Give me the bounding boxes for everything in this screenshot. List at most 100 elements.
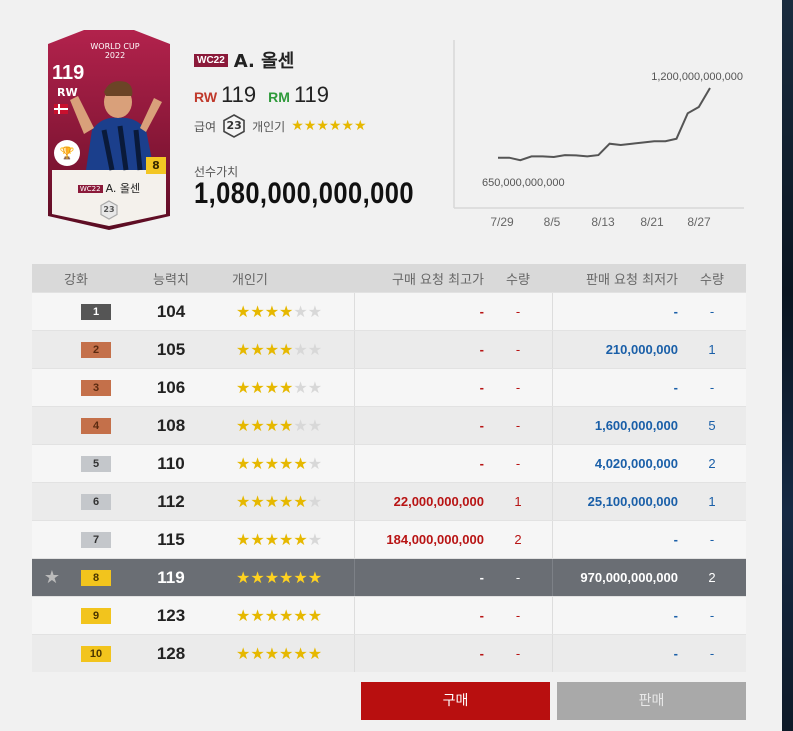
skill-stars-cell: ★★★★★★ xyxy=(236,303,323,321)
salary-badge: 23 xyxy=(222,114,246,138)
sell-min-cell: 4,020,000,000 xyxy=(552,445,678,482)
sell-min-cell: 25,100,000,000 xyxy=(552,483,678,520)
power-cell: 119 xyxy=(157,567,185,587)
table-row[interactable]: ★ 8 119 ★★★★★★ - - 970,000,000,000 2 xyxy=(32,558,746,596)
level-badge: 8 xyxy=(81,569,111,586)
buy-qty-cell: - xyxy=(515,608,521,623)
buy-button[interactable]: 구매 xyxy=(361,682,550,720)
skill-stars-cell: ★★★★★★ xyxy=(236,569,323,587)
skill-stars-cell: ★★★★★★ xyxy=(236,341,323,359)
sell-qty-cell: - xyxy=(709,608,715,623)
sell-qty-cell: 2 xyxy=(708,570,716,585)
card-ovr: 119 xyxy=(52,62,85,84)
position-1-label: RW xyxy=(194,89,218,105)
sell-qty-cell: 1 xyxy=(708,342,716,357)
table-row[interactable]: 2 105 ★★★★★★ - - 210,000,000 1 xyxy=(32,330,746,368)
player-card[interactable]: WORLD CUP 2022 119 RW 🏆 8 WC22 A. 올센 23 xyxy=(46,30,172,230)
position-1-value: 119 xyxy=(221,82,257,107)
x-tick-label: 8/13 xyxy=(591,215,615,229)
level-badge: 10 xyxy=(81,645,111,662)
buy-max-cell: - xyxy=(354,293,484,330)
level-badge: 1 xyxy=(81,303,111,320)
table-row[interactable]: 3 106 ★★★★★★ - - - - xyxy=(32,368,746,406)
level-cell: 9 xyxy=(72,607,120,624)
sell-qty-cell: - xyxy=(709,532,715,547)
skill-stars-cell: ★★★★★★ xyxy=(236,607,323,625)
table-row[interactable]: 6 112 ★★★★★★ 22,000,000,000 1 25,100,000… xyxy=(32,482,746,520)
sell-min-cell: - xyxy=(552,521,678,558)
x-tick-label: 8/21 xyxy=(640,215,664,229)
skill-stars-cell: ★★★★★★ xyxy=(236,531,323,549)
sell-qty-cell: - xyxy=(709,380,715,395)
position-2-value: 119 xyxy=(293,82,330,107)
level-cell: 7 xyxy=(72,531,120,548)
card-salary-badge: 23 xyxy=(99,200,119,220)
buy-qty-cell: - xyxy=(515,418,521,433)
player-name-row: WC22 A. 올센 xyxy=(194,47,294,73)
level-badge: 5 xyxy=(81,455,111,472)
level-cell: 5 xyxy=(72,455,120,472)
sell-qty-cell: 5 xyxy=(708,418,716,433)
buy-max-cell: - xyxy=(354,407,484,444)
level-cell: 2 xyxy=(72,341,120,358)
skill-stars-cell: ★★★★★★ xyxy=(236,379,323,397)
header-buy-qty: 수량 xyxy=(506,272,530,288)
sell-qty-cell: 2 xyxy=(708,456,716,471)
price-history-chart: 1,200,000,000,000 650,000,000,000 7/29 8/… xyxy=(452,40,752,235)
level-badge: 7 xyxy=(81,531,111,548)
buy-qty-cell: - xyxy=(515,456,521,471)
table-row[interactable]: 5 110 ★★★★★★ - - 4,020,000,000 2 xyxy=(32,444,746,482)
card-player-name: WC22 A. 올센 xyxy=(77,182,141,195)
power-cell: 105 xyxy=(156,339,186,359)
buy-max-cell: - xyxy=(354,597,484,634)
chart-min-label: 650,000,000,000 xyxy=(482,177,565,189)
x-tick-label: 8/5 xyxy=(544,215,561,229)
sell-qty-cell: 1 xyxy=(708,494,716,509)
sell-min-cell: 1,600,000,000 xyxy=(552,407,678,444)
card-event-label: WORLD CUP 2022 xyxy=(90,42,140,60)
power-cell: 104 xyxy=(156,301,186,321)
chart-series-line xyxy=(498,87,711,162)
level-badge: 4 xyxy=(81,417,111,434)
enhancement-price-table: 강화 능력치 개인기 구매 요청 최고가 수량 판매 요청 최저가 수량 1 1… xyxy=(32,264,746,672)
season-tag: WC22 xyxy=(194,53,228,67)
salary-label: 급여 xyxy=(194,119,217,134)
table-body: 1 104 ★★★★★★ - - - - 2 105 ★★★★★★ - - 21… xyxy=(32,292,746,672)
power-cell: 128 xyxy=(156,643,186,663)
x-tick-label: 7/29 xyxy=(490,215,514,229)
meta-row: 급여 23 개인기 ★★★★★★ xyxy=(194,114,367,138)
skill-stars: ★★★★★★ xyxy=(291,118,367,134)
sell-min-cell: - xyxy=(552,635,678,672)
sell-min-cell: - xyxy=(552,597,678,634)
favorite-star-icon[interactable]: ★ xyxy=(32,567,72,588)
buy-qty-cell: - xyxy=(515,304,521,319)
player-name: A. 올센 xyxy=(233,51,295,72)
table-row[interactable]: 9 123 ★★★★★★ - - - - xyxy=(32,596,746,634)
skill-stars-cell: ★★★★★★ xyxy=(236,455,323,473)
buy-qty-cell: - xyxy=(515,570,521,585)
buy-max-cell: - xyxy=(354,331,484,368)
table-row[interactable]: 1 104 ★★★★★★ - - - - xyxy=(32,292,746,330)
buy-qty-cell: 2 xyxy=(514,532,522,547)
buy-qty-cell: - xyxy=(515,646,521,661)
power-cell: 123 xyxy=(156,605,186,625)
sell-button[interactable]: 판매 xyxy=(557,682,746,720)
sell-min-cell: - xyxy=(552,293,678,330)
table-row[interactable]: 7 115 ★★★★★★ 184,000,000,000 2 - - xyxy=(32,520,746,558)
power-cell: 112 xyxy=(157,491,185,511)
table-row[interactable]: 10 128 ★★★★★★ - - - - xyxy=(32,634,746,672)
table-row[interactable]: 4 108 ★★★★★★ - - 1,600,000,000 5 xyxy=(32,406,746,444)
buy-qty-cell: - xyxy=(515,342,521,357)
trophy-icon: 🏆 xyxy=(54,140,80,166)
level-cell: 4 xyxy=(72,417,120,434)
level-cell: 10 xyxy=(72,645,120,662)
sell-qty-cell: - xyxy=(709,646,715,661)
price-chart-svg: 1,200,000,000,000 650,000,000,000 7/29 8/… xyxy=(453,40,744,229)
buy-max-cell: - xyxy=(354,559,484,596)
buy-qty-cell: 1 xyxy=(514,494,522,509)
header-sell-qty: 수량 xyxy=(700,272,724,288)
skill-label: 개인기 xyxy=(252,119,286,134)
level-badge: 3 xyxy=(81,379,111,396)
skill-stars-cell: ★★★★★★ xyxy=(236,493,323,511)
sell-qty-cell: - xyxy=(709,304,715,319)
